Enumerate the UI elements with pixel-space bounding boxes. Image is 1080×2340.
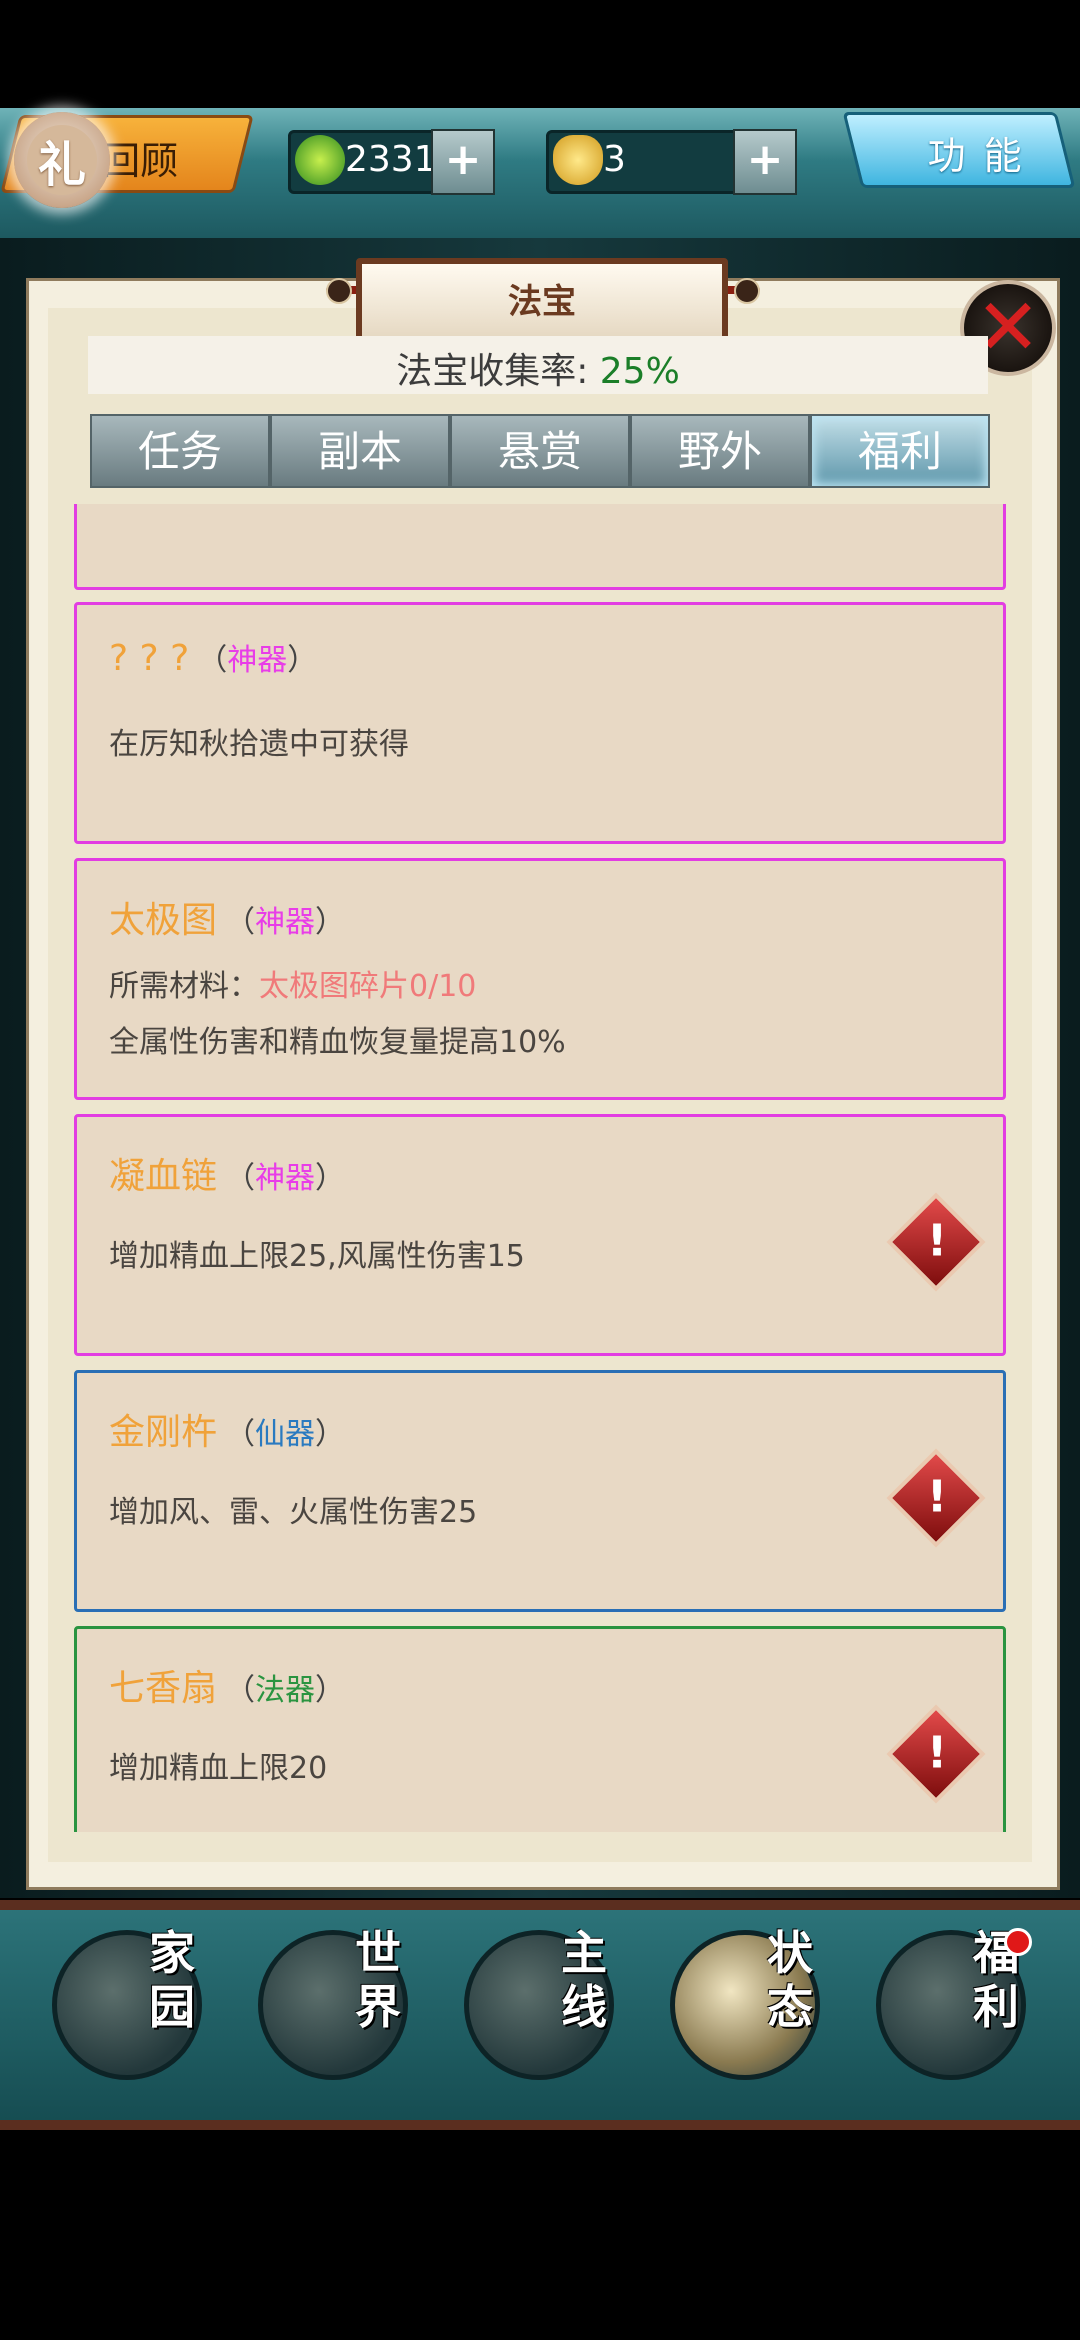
category-tabs: 任务 副本 悬赏 野外 福利 — [90, 414, 990, 488]
gift-icon[interactable]: 礼 — [14, 112, 110, 208]
nav-world[interactable]: 世 界 — [258, 1920, 408, 2080]
alert-icon[interactable]: ! — [886, 1192, 986, 1292]
tab-welfare[interactable]: 福利 — [810, 414, 990, 488]
list-item[interactable]: ? ? ? （神器） 在厉知秋拾遗中可获得 — [74, 602, 1006, 844]
nav-home-label: 家 园 — [149, 1926, 195, 2034]
add-jade-button[interactable]: + — [431, 129, 495, 195]
collection-rate: 法宝收集率: 25% — [88, 342, 988, 394]
function-label: 功能 — [927, 134, 1040, 178]
treasure-list[interactable]: ? ? ? （神器） 在厉知秋拾遗中可获得 太极图 （神器） 所需材料：太极图碎片0… — [74, 504, 1006, 1832]
gold-ingot-icon — [553, 135, 603, 185]
list-item-partial — [74, 504, 1006, 590]
rate-label: 法宝收集率: — [396, 351, 600, 392]
jade-value: 2331 — [345, 139, 437, 180]
item-grade: （法器） — [225, 1673, 346, 1708]
nav-home[interactable]: 家 园 — [52, 1920, 202, 2080]
item-name: 七香扇 （法器） — [109, 1668, 346, 1709]
alert-icon[interactable]: ! — [886, 1448, 986, 1548]
notification-dot — [1004, 1928, 1032, 1956]
list-item[interactable]: 太极图 （神器） 所需材料：太极图碎片0/10 全属性伤害和精血恢复量提高10% — [74, 858, 1006, 1100]
tab-bounty[interactable]: 悬赏 — [450, 414, 630, 488]
item-name: 凝血链 （神器） — [109, 1156, 346, 1197]
collection-rate-bar: 法宝收集率: 25% — [88, 336, 988, 394]
nav-status-label: 状 态 — [767, 1926, 813, 2034]
ingot-currency: 3 + — [546, 129, 797, 195]
jade-icon — [295, 135, 345, 185]
panel-title: 法宝 — [508, 282, 576, 322]
item-grade: （仙器） — [225, 1417, 346, 1452]
rate-value: 25% — [599, 351, 680, 392]
function-button[interactable]: 功能 — [842, 112, 1076, 188]
add-ingot-button[interactable]: + — [733, 129, 797, 195]
ingot-value: 3 — [603, 139, 626, 180]
list-item[interactable]: 凝血链 （神器） 增加精血上限25,风属性伤害15 ! — [74, 1114, 1006, 1356]
list-item[interactable]: 七香扇 （法器） 增加精血上限20 ! — [74, 1626, 1006, 1832]
panel-title-plaque: 法宝 — [356, 258, 728, 342]
review-label: 回顾 — [102, 139, 179, 183]
item-desc: 全属性伤害和精血恢复量提高10% — [109, 1025, 566, 1060]
item-desc: 增加精血上限20 — [109, 1751, 328, 1786]
tab-wild[interactable]: 野外 — [630, 414, 810, 488]
item-desc: 在厉知秋拾遗中可获得 — [109, 727, 409, 762]
item-name: 金刚杵 （仙器） — [109, 1412, 346, 1453]
gift-label: 礼 — [27, 125, 97, 195]
item-name: 太极图 （神器） — [109, 900, 346, 941]
item-grade: （神器） — [225, 905, 346, 940]
tab-task[interactable]: 任务 — [90, 414, 270, 488]
item-grade: （神器） — [225, 1161, 346, 1196]
nav-status[interactable]: 状 态 — [670, 1920, 820, 2080]
item-material: 所需材料：太极图碎片0/10 — [109, 969, 477, 1004]
alert-icon[interactable]: ! — [886, 1704, 986, 1804]
item-desc: 增加精血上限25,风属性伤害15 — [109, 1239, 525, 1274]
item-grade: （神器） — [197, 643, 318, 678]
item-name: ? ? ? （神器） — [109, 638, 318, 679]
nav-main-quest[interactable]: 主 线 — [464, 1920, 614, 2080]
item-desc: 增加风、雷、火属性伤害25 — [109, 1495, 478, 1530]
list-item[interactable]: 金刚杵 （仙器） 增加风、雷、火属性伤害25 ! — [74, 1370, 1006, 1612]
jade-currency: 2331 + — [288, 129, 495, 195]
nav-world-label: 世 界 — [355, 1926, 401, 2034]
nav-main-quest-label: 主 线 — [561, 1926, 607, 2034]
tab-dungeon[interactable]: 副本 — [270, 414, 450, 488]
